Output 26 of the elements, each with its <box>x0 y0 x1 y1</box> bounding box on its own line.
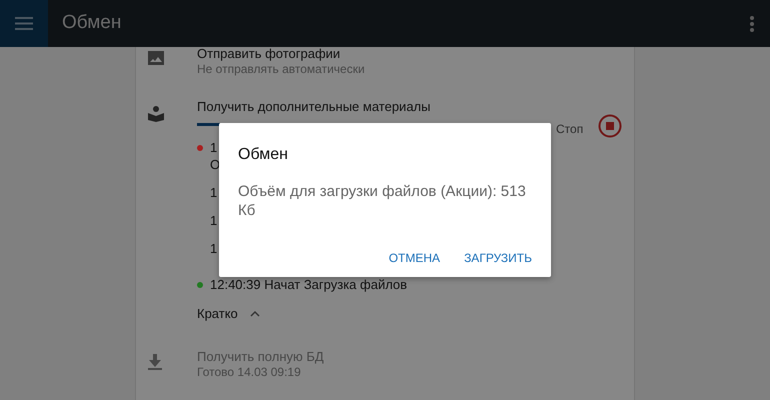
section-subtitle: Готово 14.03 09:19 <box>197 364 302 380</box>
log-entry: 1 <box>210 240 218 258</box>
app-title: Обмен <box>62 11 122 36</box>
menu-button[interactable] <box>0 0 48 47</box>
summary-toggle[interactable]: Кратко <box>197 304 260 324</box>
section-subtitle: Не отправлять автоматически <box>197 62 365 77</box>
cancel-button[interactable]: ОТМЕНА <box>388 245 440 271</box>
download-icon <box>148 354 162 370</box>
dialog-message: Объём для загрузки файлов (Акции): 513 Кб <box>238 182 527 220</box>
log-entry: 1 <box>210 212 218 230</box>
menu-icon <box>15 17 33 30</box>
log-entry: 12:40:39 Начат Загрузка файлов <box>210 276 408 294</box>
book-reader-icon <box>148 106 164 122</box>
log-entry: О <box>210 156 220 174</box>
section-title[interactable]: Отправить фотографии <box>197 45 365 62</box>
log-entry: 1 <box>210 138 218 157</box>
section-title: Получить дополнительные материалы <box>197 98 432 115</box>
image-icon <box>148 51 164 65</box>
chevron-icon <box>250 310 260 318</box>
stop-label: Стоп <box>556 121 584 138</box>
dialog-title: Обмен <box>238 145 289 165</box>
stop-icon[interactable] <box>598 114 622 138</box>
more-icon <box>750 16 754 32</box>
more-button[interactable] <box>748 14 756 34</box>
confirm-button[interactable]: ЗАГРУЗИТЬ <box>464 245 532 271</box>
log-entry: 1 <box>210 184 218 202</box>
